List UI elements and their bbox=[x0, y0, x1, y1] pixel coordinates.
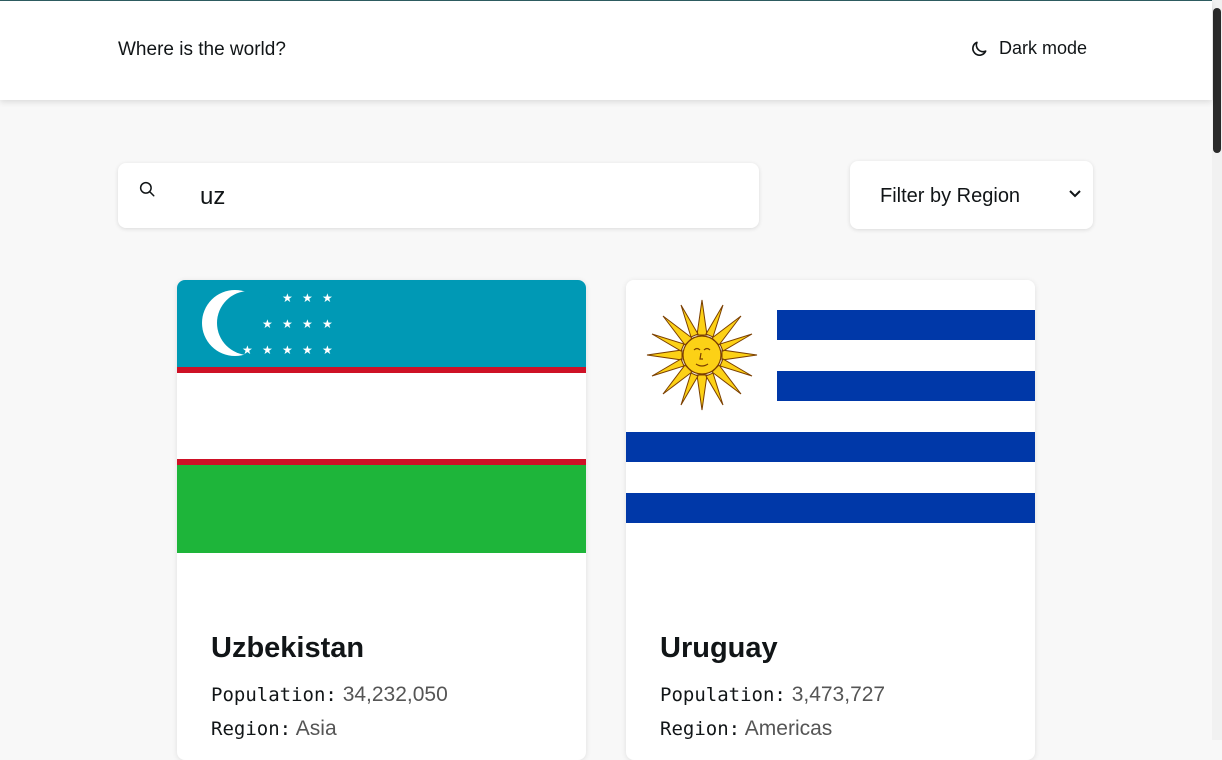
region-label: Region: bbox=[211, 718, 292, 740]
search-box[interactable] bbox=[118, 163, 759, 228]
region-row: Region: Asia bbox=[211, 717, 337, 741]
country-name: Uzbekistan bbox=[211, 632, 365, 664]
country-name: Uruguay bbox=[660, 632, 778, 664]
uruguay-flag bbox=[626, 280, 1035, 553]
svg-text:★: ★ bbox=[282, 343, 293, 357]
search-input[interactable] bbox=[198, 178, 742, 216]
population-row: Population: 34,232,050 bbox=[211, 683, 448, 707]
moon-icon bbox=[972, 41, 987, 56]
population-value: 34,232,050 bbox=[342, 683, 448, 706]
svg-text:★: ★ bbox=[322, 291, 333, 305]
search-icon bbox=[139, 181, 155, 197]
population-label: Population: bbox=[211, 684, 337, 706]
population-label: Population: bbox=[660, 684, 786, 706]
country-card[interactable]: ★ ★ ★ ★ ★ ★ ★ ★ ★ ★ ★ ★ Uzbekistan Population: 34… bbox=[177, 280, 586, 760]
region-filter-select[interactable]: Filter by Region bbox=[850, 161, 1093, 229]
region-filter-label: Filter by Region bbox=[880, 185, 1021, 207]
app-header: Where is the world? Dark mode bbox=[0, 1, 1212, 100]
svg-text:★: ★ bbox=[242, 343, 253, 357]
dark-mode-toggle[interactable]: Dark mode bbox=[969, 38, 1087, 59]
country-card[interactable]: Uruguay Population: 3,473,727 Region: Am… bbox=[626, 280, 1035, 760]
app-title: Where is the world? bbox=[118, 39, 286, 60]
svg-text:★: ★ bbox=[262, 317, 273, 331]
svg-text:★: ★ bbox=[302, 343, 313, 357]
region-row: Region: Americas bbox=[660, 717, 832, 741]
svg-text:★: ★ bbox=[302, 291, 313, 305]
uzbekistan-flag: ★ ★ ★ ★ ★ ★ ★ ★ ★ ★ ★ ★ bbox=[177, 280, 586, 553]
scrollbar-thumb[interactable] bbox=[1213, 8, 1221, 153]
svg-text:★: ★ bbox=[322, 317, 333, 331]
population-row: Population: 3,473,727 bbox=[660, 683, 885, 707]
svg-text:★: ★ bbox=[282, 317, 293, 331]
region-value: Asia bbox=[295, 717, 337, 740]
region-value: Americas bbox=[744, 717, 833, 740]
region-label: Region: bbox=[660, 718, 741, 740]
population-value: 3,473,727 bbox=[791, 683, 886, 706]
page-scrollbar[interactable] bbox=[1212, 0, 1222, 740]
dark-mode-label: Dark mode bbox=[999, 38, 1088, 58]
svg-text:★: ★ bbox=[282, 291, 293, 305]
svg-text:★: ★ bbox=[322, 343, 333, 357]
svg-text:★: ★ bbox=[302, 317, 313, 331]
chevron-down-icon bbox=[1069, 190, 1081, 198]
svg-text:★: ★ bbox=[262, 343, 273, 357]
